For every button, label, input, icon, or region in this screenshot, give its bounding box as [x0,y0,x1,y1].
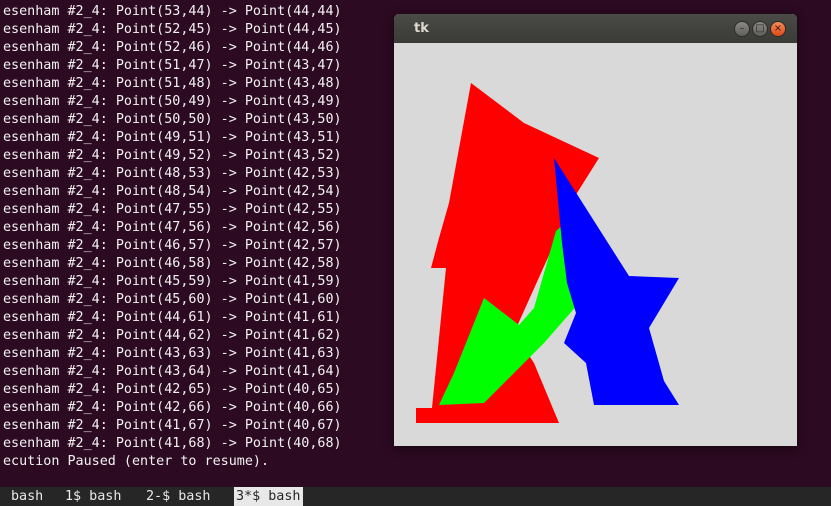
tmux-window-2-bash[interactable]: 2-$ bash [144,487,213,506]
tmux-window-bash[interactable]: bash [9,487,45,506]
window-titlebar[interactable]: tk – □ × [394,14,797,43]
terminal-line: esenham #2_4: Point(45,59) -> Point(41,5… [3,274,342,289]
terminal-line: esenham #2_4: Point(41,67) -> Point(40,6… [3,418,342,433]
terminal-line: esenham #2_4: Point(50,50) -> Point(43,5… [3,112,342,127]
maximize-button[interactable]: □ [752,21,768,37]
tmux-window-1-bash[interactable]: 1$ bash [63,487,123,506]
terminal-line: esenham #2_4: Point(52,45) -> Point(44,4… [3,22,342,37]
terminal-line: esenham #2_4: Point(42,65) -> Point(40,6… [3,382,342,397]
close-button[interactable]: × [770,21,786,37]
terminal-line: ecution Paused (enter to resume). [3,454,270,469]
terminal-line: esenham #2_4: Point(47,55) -> Point(42,5… [3,202,342,217]
minimize-button[interactable]: – [734,21,750,37]
terminal-line: esenham #2_4: Point(46,58) -> Point(42,5… [3,256,342,271]
terminal-line: esenham #2_4: Point(50,49) -> Point(43,4… [3,94,342,109]
terminal-line: esenham #2_4: Point(51,48) -> Point(43,4… [3,76,342,91]
terminal-line: esenham #2_4: Point(53,44) -> Point(44,4… [3,4,342,19]
tmux-window-3-bash-active[interactable]: 3*$ bash [234,487,303,506]
terminal-line: esenham #2_4: Point(45,60) -> Point(41,6… [3,292,342,307]
tk-window: tk – □ × [394,14,797,446]
terminal-line: esenham #2_4: Point(51,47) -> Point(43,4… [3,58,342,73]
terminal-line: esenham #2_4: Point(49,51) -> Point(43,5… [3,130,342,145]
terminal-line: esenham #2_4: Point(44,61) -> Point(41,6… [3,310,342,325]
tk-canvas[interactable] [394,43,797,446]
terminal-line: esenham #2_4: Point(42,66) -> Point(40,6… [3,400,342,415]
terminal-line: esenham #2_4: Point(44,62) -> Point(41,6… [3,328,342,343]
terminal-line: esenham #2_4: Point(52,46) -> Point(44,4… [3,40,342,55]
terminal-line: esenham #2_4: Point(48,53) -> Point(42,5… [3,166,342,181]
terminal-line: esenham #2_4: Point(49,52) -> Point(43,5… [3,148,342,163]
terminal-line: esenham #2_4: Point(46,57) -> Point(42,5… [3,238,342,253]
terminal-line: esenham #2_4: Point(48,54) -> Point(42,5… [3,184,342,199]
terminal-line: esenham #2_4: Point(43,64) -> Point(41,6… [3,364,342,379]
tmux-status-bar: bash 1$ bash 2-$ bash 3*$ bash [0,487,831,506]
window-title: tk [414,21,429,36]
terminal-line: esenham #2_4: Point(47,56) -> Point(42,5… [3,220,342,235]
terminal-line: esenham #2_4: Point(43,63) -> Point(41,6… [3,346,342,361]
terminal-line: esenham #2_4: Point(41,68) -> Point(40,6… [3,436,342,451]
